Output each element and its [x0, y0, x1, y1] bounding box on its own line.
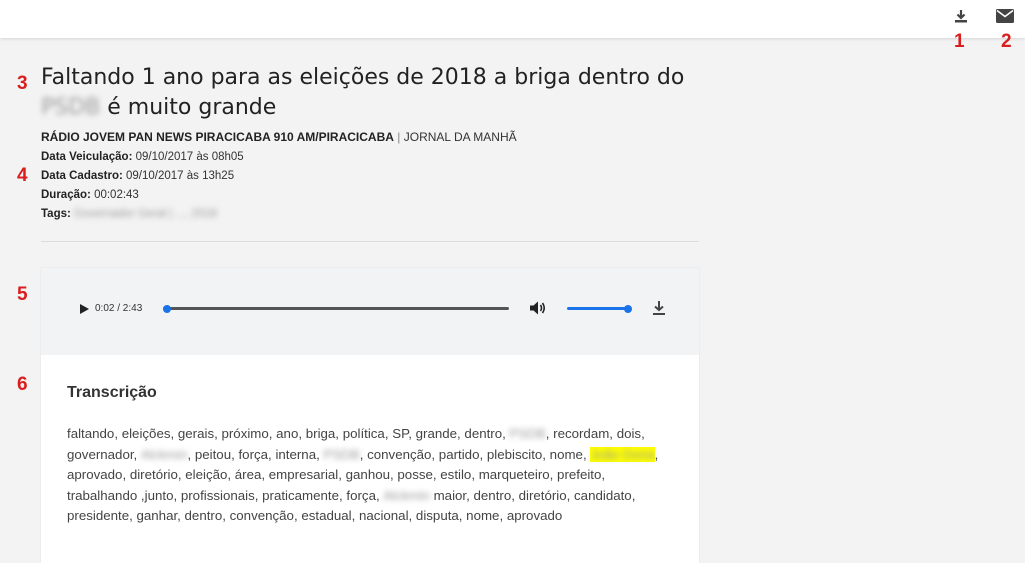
trans-highlight: João Doria — [590, 446, 655, 462]
volume-slider[interactable] — [567, 304, 632, 313]
player-time: 0:02 / 2:43 — [95, 303, 143, 314]
trans-redacted-1: PSDB — [509, 426, 546, 441]
seek-handle[interactable] — [163, 304, 172, 313]
meta-cadastro: Data Cadastro: 09/10/2017 às 13h25 — [41, 170, 234, 182]
trans-part-4: , convenção, partido, plebiscito, nome, — [359, 446, 587, 462]
marker-6: 6 — [17, 374, 28, 395]
meta-duracao: Duração: 00:02:43 — [41, 189, 139, 201]
meta-cadastro-value: 09/10/2017 às 13h25 — [126, 170, 235, 182]
divider — [41, 241, 699, 242]
trans-redacted-3: PSDB — [323, 446, 360, 462]
source-program: JORNAL DA MANHÃ — [403, 130, 517, 144]
meta-veiculacao: Data Veiculação: 09/10/2017 às 08h05 — [41, 151, 244, 163]
meta-cadastro-label: Data Cadastro: — [41, 170, 123, 182]
marker-2: 2 — [1001, 31, 1012, 52]
trans-part-1: faltando, eleições, gerais, próximo, ano… — [67, 426, 506, 441]
marker-4: 4 — [17, 165, 28, 186]
title-suffix: é muito grande — [107, 95, 277, 120]
transcription-text: faltando, eleições, gerais, próximo, ano… — [67, 424, 677, 527]
transcription-title: Transcrição — [67, 384, 157, 401]
trans-redacted-2: Alckmin — [140, 446, 188, 462]
title-redacted: PSDB — [41, 95, 101, 120]
meta-tags-value: Governador Geral | ..., 2018 — [74, 208, 218, 220]
source-station: RÁDIO JOVEM PAN NEWS PIRACICABA 910 AM/P… — [41, 130, 394, 144]
source-separator: | — [397, 130, 401, 144]
marker-1: 1 — [954, 31, 965, 52]
meta-duracao-label: Duração: — [41, 189, 91, 201]
trans-redacted-4: Alckmin — [383, 487, 430, 503]
meta-veiculacao-label: Data Veiculação: — [41, 151, 133, 163]
volume-handle[interactable] — [624, 304, 632, 313]
meta-tags-label: Tags: — [41, 208, 71, 220]
email-icon[interactable] — [994, 6, 1016, 26]
top-toolbar — [0, 0, 1025, 38]
meta-duracao-value: 00:02:43 — [94, 189, 139, 201]
trans-part-3: , peitou, força, interna, — [187, 446, 320, 462]
source-line: RÁDIO JOVEM PAN NEWS PIRACICABA 910 AM/P… — [41, 130, 517, 144]
page-title: Faltando 1 ano para as eleições de 2018 … — [41, 63, 701, 123]
meta-veiculacao-value: 09/10/2017 às 08h05 — [135, 151, 244, 163]
play-icon[interactable] — [77, 302, 91, 316]
trans-highlight-text: João Doria — [590, 446, 655, 462]
meta-tags: Tags: Governador Geral | ..., 2018 — [41, 208, 217, 220]
audio-download-icon[interactable] — [651, 299, 667, 317]
marker-5: 5 — [17, 284, 28, 305]
title-prefix: Faltando 1 ano para as eleições de 2018 … — [41, 65, 685, 90]
download-icon[interactable] — [950, 6, 972, 26]
audio-player: 0:02 / 2:43 — [41, 268, 699, 355]
marker-3: 3 — [17, 73, 28, 94]
seek-bar[interactable] — [163, 304, 509, 313]
volume-icon[interactable] — [529, 300, 547, 316]
